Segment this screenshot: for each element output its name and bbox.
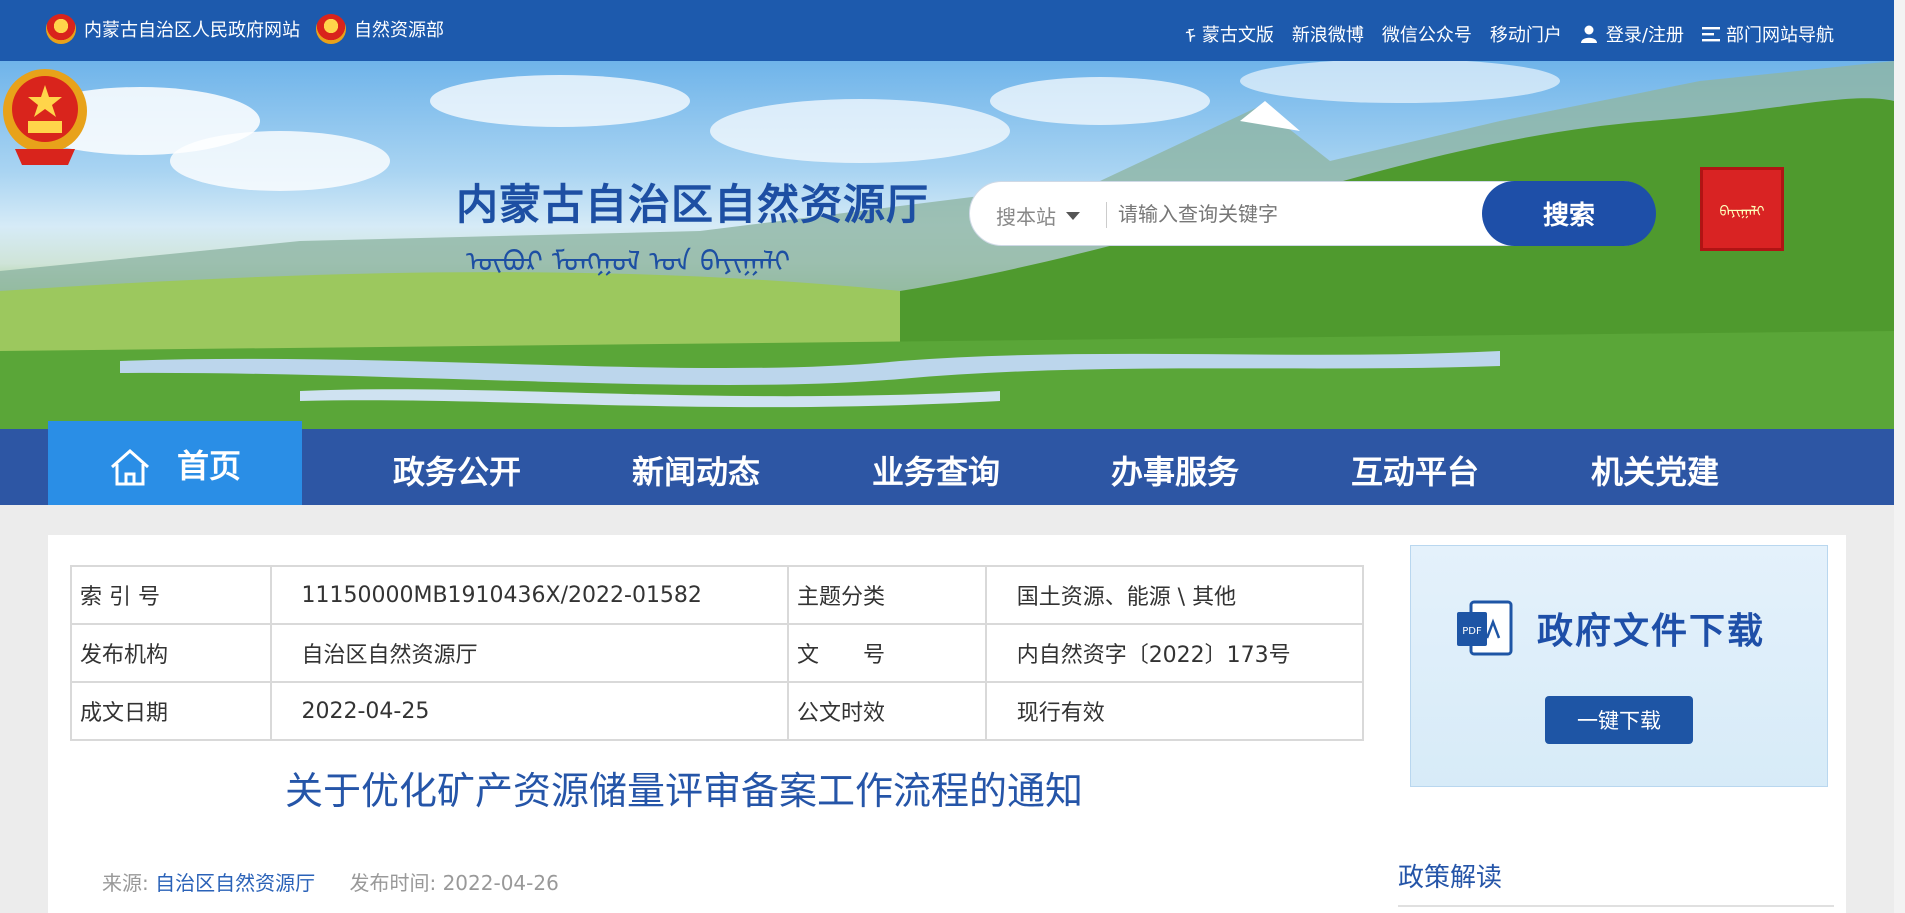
- policy-interpretation-heading[interactable]: 政策解读: [1398, 857, 1502, 894]
- link-label: 自然资源部: [354, 20, 444, 41]
- page-scroll-gutter: [1894, 0, 1905, 913]
- meta-value: 内自然资字〔2022〕173号: [984, 623, 1365, 683]
- link-region-government[interactable]: 内蒙古自治区人民政府网站: [46, 14, 300, 44]
- link-label: 登录/注册: [1605, 24, 1684, 46]
- national-emblem-icon: [46, 14, 76, 44]
- caret-down-icon: [1066, 211, 1080, 220]
- link-ministry-natural-resources[interactable]: 自然资源部: [316, 14, 444, 44]
- home-icon: [110, 448, 149, 486]
- mongolian-script-icon: ᠮ: [1185, 27, 1196, 48]
- source-label: 来源:: [102, 871, 149, 895]
- section-divider: [1398, 905, 1834, 907]
- link-department-navigation[interactable]: 部门网站导航: [1702, 21, 1834, 47]
- source-link[interactable]: 自治区自然资源厅: [155, 871, 315, 895]
- link-label: 部门网站导航: [1726, 24, 1834, 46]
- national-emblem-icon: [316, 14, 346, 44]
- table-row: 发布机构 自治区自然资源厅 文 号 内自然资字〔2022〕173号: [70, 623, 1365, 683]
- nav-item-home[interactable]: 首页: [48, 421, 302, 505]
- link-weibo[interactable]: 新浪微博: [1292, 21, 1364, 47]
- nav-item-services[interactable]: 办事服务: [1111, 447, 1239, 493]
- meta-value: 自治区自然资源厅: [269, 623, 790, 683]
- nav-item-party-building[interactable]: 机关党建: [1591, 447, 1719, 493]
- document-title: 关于优化矿产资源储量评审备案工作流程的通知: [285, 769, 1084, 813]
- nav-item-interaction[interactable]: 互动平台: [1351, 447, 1479, 493]
- link-wechat[interactable]: 微信公众号: [1382, 21, 1472, 47]
- right-sidebar: PDF 政府文件下载 一键下载 政策解读: [1386, 535, 1846, 913]
- publish-time-label: 发布时间:: [349, 871, 437, 895]
- header-banner: 内蒙古自治区自然资源厅 ᠥᠪᠦᠷ ᠮᠣᠩᠭᠣᠯ ᠤᠨ ᠪᠠᠶᠢᠭᠠᠯᠢ 搜本站 …: [0, 61, 1894, 429]
- search-divider: [1106, 202, 1107, 228]
- seal-logo: ᠪᠠᠶᠢᠭᠠᠯᠢ: [1700, 167, 1784, 251]
- pdf-icon: PDF: [1457, 600, 1513, 656]
- link-label: 新浪微博: [1291, 24, 1364, 46]
- link-mobile-portal[interactable]: 移动门户: [1490, 21, 1562, 47]
- svg-text:PDF: PDF: [1462, 626, 1482, 637]
- meta-label: 发布机构: [70, 623, 272, 683]
- user-icon: [1580, 25, 1597, 43]
- meta-value: 11150000MB1910436X/2022-01582: [269, 565, 790, 625]
- meta-value: 2022-04-25: [269, 681, 790, 741]
- article-source-line: 来源: 自治区自然资源厅 发布时间: 2022-04-26: [102, 867, 559, 896]
- nav-home-label: 首页: [176, 447, 241, 485]
- table-row: 成文日期 2022-04-25 公文时效 现行有效: [70, 681, 1365, 741]
- publish-time-value: 2022-04-26: [442, 871, 559, 895]
- meta-label: 公文时效: [787, 681, 987, 741]
- top-bar: 内蒙古自治区人民政府网站 自然资源部 ᠮ 蒙古文版 新浪微博 微信公众号 移动门…: [0, 0, 1894, 61]
- link-label: 内蒙古自治区人民政府网站: [84, 20, 300, 41]
- meta-value: 国土资源、能源 \ 其他: [984, 565, 1365, 625]
- link-label: 移动门户: [1489, 24, 1562, 46]
- main-navigation: 首页 政务公开 新闻动态 业务查询 办事服务 互动平台 机关党建: [0, 421, 1894, 505]
- search-input[interactable]: [1118, 196, 1448, 232]
- search-button[interactable]: 搜索: [1482, 181, 1656, 246]
- download-card-title: 政府文件下载: [1537, 610, 1766, 652]
- menu-icon: [1702, 26, 1720, 41]
- table-row: 索 引 号 11150000MB1910436X/2022-01582 主题分类…: [70, 565, 1365, 625]
- site-title: 内蒙古自治区自然资源厅: [456, 180, 930, 229]
- document-download-card: PDF 政府文件下载 一键下载: [1410, 545, 1828, 787]
- meta-label: 主题分类: [787, 565, 987, 625]
- document-metadata-table: 索 引 号 11150000MB1910436X/2022-01582 主题分类…: [70, 565, 1365, 741]
- top-bar-left-links: 内蒙古自治区人民政府网站 自然资源部: [46, 14, 460, 44]
- link-label: 蒙古文版: [1201, 24, 1274, 46]
- national-emblem-icon: [3, 69, 87, 165]
- mongolian-site-title: ᠥᠪᠦᠷ ᠮᠣᠩᠭᠣᠯ ᠤᠨ ᠪᠠᠶᠢᠭᠠᠯᠢ: [466, 245, 791, 278]
- one-click-download-button[interactable]: 一键下载: [1545, 696, 1693, 744]
- meta-value: 现行有效: [984, 681, 1365, 741]
- meta-label: 索 引 号: [70, 565, 272, 625]
- search-scope-dropdown[interactable]: 搜本站: [996, 201, 1080, 230]
- nav-item-government-affairs[interactable]: 政务公开: [393, 447, 521, 493]
- article-panel: 索 引 号 11150000MB1910436X/2022-01582 主题分类…: [48, 535, 1386, 913]
- search-scope-label: 搜本站: [996, 205, 1056, 229]
- link-mongolian-version[interactable]: ᠮ 蒙古文版: [1185, 18, 1274, 49]
- nav-item-news[interactable]: 新闻动态: [632, 447, 760, 493]
- search-box: 搜本站 搜索: [969, 181, 1656, 246]
- link-login-register[interactable]: 登录/注册: [1580, 21, 1684, 47]
- top-bar-right-links: ᠮ 蒙古文版 新浪微博 微信公众号 移动门户 登录/注册 部门网站导航: [1167, 18, 1834, 49]
- meta-label: 文 号: [787, 623, 987, 683]
- link-label: 微信公众号: [1381, 24, 1472, 46]
- seal-text: ᠪᠠᠶᠢᠭᠠᠯᠢ: [1719, 204, 1765, 220]
- nav-item-business-inquiry[interactable]: 业务查询: [872, 447, 1000, 493]
- meta-label: 成文日期: [70, 681, 272, 741]
